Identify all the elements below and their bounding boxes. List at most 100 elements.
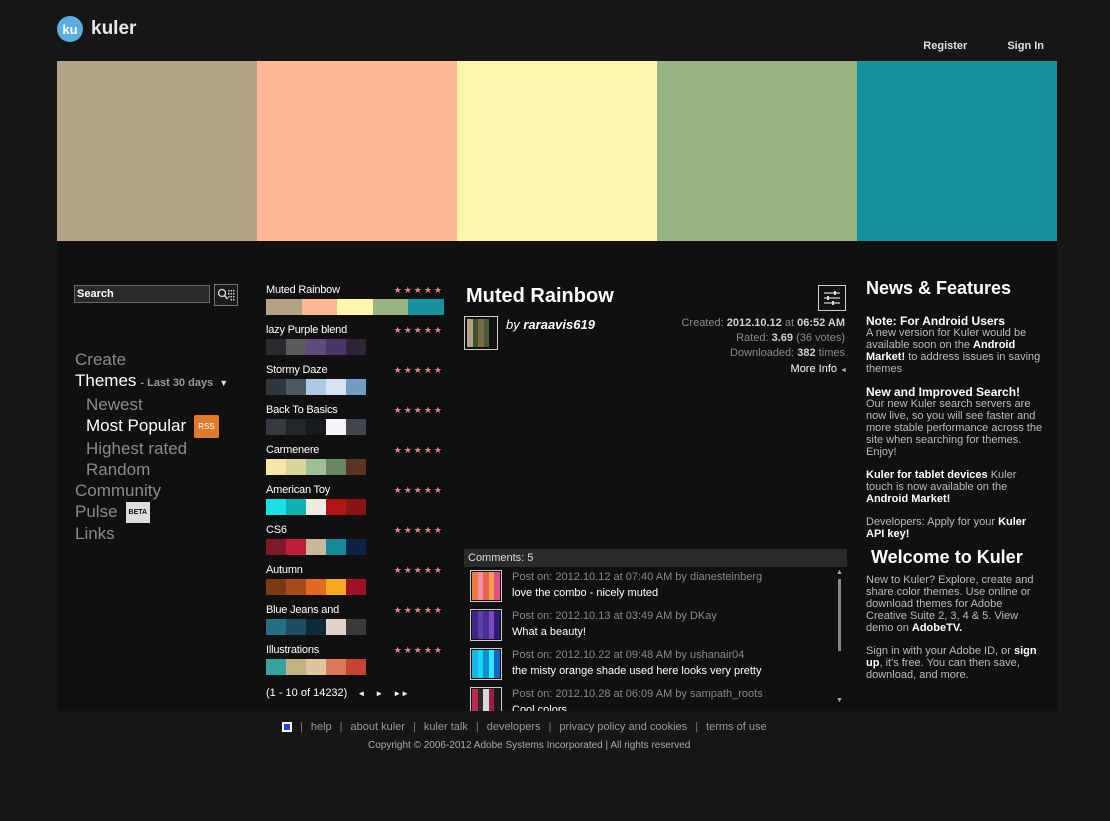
theme-name[interactable]: Stormy Daze bbox=[266, 363, 328, 379]
footer-link-about-kuler[interactable]: about kuler bbox=[351, 721, 405, 733]
nav-themes[interactable]: Themes - Last 30 days ▼ bbox=[75, 370, 228, 394]
kuler-logo[interactable]: ku kuler bbox=[57, 16, 136, 42]
color-swatch bbox=[286, 539, 306, 555]
color-swatch bbox=[301, 299, 338, 315]
theme-swatches[interactable] bbox=[266, 299, 444, 315]
color-swatch bbox=[266, 619, 286, 635]
comment-theme-thumbnail[interactable] bbox=[470, 570, 502, 602]
color-swatch bbox=[306, 619, 326, 635]
theme-item[interactable]: CS6 ★★★★★ bbox=[266, 523, 444, 563]
nav-most-popular[interactable]: Most Popular RSS bbox=[75, 415, 228, 439]
theme-item[interactable]: Illustrations ★★★★★ bbox=[266, 643, 444, 683]
star-rating-icon: ★★★★★ bbox=[393, 645, 444, 655]
color-swatch bbox=[266, 499, 286, 515]
prev-page-icon[interactable]: ◄ bbox=[357, 689, 365, 698]
nav-community[interactable]: Community bbox=[75, 480, 228, 501]
theme-name[interactable]: Blue Jeans and bbox=[266, 603, 339, 619]
tablet-news-title: Kuler for tablet devices bbox=[866, 469, 988, 481]
comments-scrollbar[interactable]: ▲ ▼ bbox=[834, 569, 846, 709]
theme-name[interactable]: Muted Rainbow bbox=[266, 283, 340, 299]
theme-item[interactable]: Muted Rainbow ★★★★★ bbox=[266, 283, 444, 323]
theme-name[interactable]: Illustrations bbox=[266, 643, 319, 659]
theme-name[interactable]: CS6 bbox=[266, 523, 287, 539]
theme-item[interactable]: Back To Basics ★★★★★ bbox=[266, 403, 444, 443]
last-page-icon[interactable]: ►► bbox=[393, 689, 409, 698]
adobetv-link[interactable]: AdobeTV. bbox=[912, 622, 962, 634]
theme-name[interactable]: Autumn bbox=[266, 563, 303, 579]
theme-name[interactable]: Back To Basics bbox=[266, 403, 338, 419]
theme-name[interactable]: lazy Purple blend bbox=[266, 323, 347, 339]
color-swatch bbox=[326, 539, 346, 555]
footer-links: | help | about kuler | kuler talk | developers |… bbox=[282, 721, 767, 733]
nav-create[interactable]: Create bbox=[75, 349, 228, 370]
nav-pulse[interactable]: Pulse BETA bbox=[75, 501, 228, 524]
rss-icon[interactable]: RSS bbox=[194, 415, 219, 439]
rated-label: Rated: bbox=[736, 332, 769, 344]
footer-link-developers[interactable]: developers bbox=[487, 721, 541, 733]
theme-swatches[interactable] bbox=[266, 419, 366, 435]
color-swatch bbox=[286, 339, 306, 355]
welcome-title: Welcome to Kuler bbox=[871, 547, 1023, 567]
theme-item[interactable]: American Toy ★★★★★ bbox=[266, 483, 444, 523]
theme-swatches[interactable] bbox=[266, 579, 366, 595]
search-input[interactable] bbox=[74, 285, 210, 303]
theme-item[interactable]: Stormy Daze ★★★★★ bbox=[266, 363, 444, 403]
footer-separator: | bbox=[695, 721, 699, 733]
nav-links[interactable]: Links bbox=[75, 523, 228, 544]
author-thumbnail[interactable] bbox=[464, 316, 498, 350]
scroll-thumb[interactable] bbox=[838, 579, 841, 651]
color-swatch bbox=[326, 499, 346, 515]
theme-item[interactable]: Carmenere ★★★★★ bbox=[266, 443, 444, 483]
color-swatch bbox=[326, 379, 346, 395]
nav-random[interactable]: Random bbox=[75, 459, 228, 480]
signin-body-1: Sign in with your Adobe ID, or bbox=[866, 645, 1011, 657]
footer-link-help[interactable]: help bbox=[311, 721, 332, 733]
signin-link[interactable]: Sign In bbox=[1007, 40, 1044, 52]
color-swatch bbox=[266, 579, 286, 595]
beta-badge: BETA bbox=[125, 502, 151, 524]
scroll-down-icon[interactable]: ▼ bbox=[836, 697, 843, 704]
author-link[interactable]: raraavis619 bbox=[523, 317, 595, 332]
theme-swatches[interactable] bbox=[266, 379, 366, 395]
nav-pulse-label: Pulse bbox=[75, 502, 118, 522]
theme-settings-button[interactable] bbox=[818, 285, 846, 311]
color-swatch bbox=[326, 579, 346, 595]
adobe-logo-icon[interactable] bbox=[282, 722, 292, 732]
theme-item[interactable]: Blue Jeans and ★★★★★ bbox=[266, 603, 444, 643]
theme-swatches[interactable] bbox=[266, 539, 366, 555]
themes-filter[interactable]: - Last 30 days bbox=[140, 377, 213, 389]
nav-highest-rated[interactable]: Highest rated bbox=[75, 438, 228, 459]
footer-link-privacy-policy-and-cookies[interactable]: privacy policy and cookies bbox=[559, 721, 687, 733]
comment-text: the misty orange shade used here looks v… bbox=[512, 665, 762, 677]
comment-theme-thumbnail[interactable] bbox=[470, 609, 502, 641]
comment-theme-thumbnail[interactable] bbox=[470, 687, 502, 711]
filter-dropdown-icon[interactable]: ▼ bbox=[219, 378, 228, 388]
theme-item[interactable]: Autumn ★★★★★ bbox=[266, 563, 444, 603]
theme-byline: by raraavis619 bbox=[506, 317, 595, 332]
scroll-up-icon[interactable]: ▲ bbox=[836, 569, 843, 576]
footer-link-kuler-talk[interactable]: kuler talk bbox=[424, 721, 468, 733]
comment-theme-thumbnail[interactable] bbox=[470, 648, 502, 680]
search-bar bbox=[74, 284, 238, 306]
star-rating-icon: ★★★★★ bbox=[393, 405, 444, 415]
theme-name[interactable]: American Toy bbox=[266, 483, 330, 499]
nav-newest[interactable]: Newest bbox=[75, 394, 228, 415]
created-at: at bbox=[784, 317, 795, 329]
footer-link-terms-of-use[interactable]: terms of use bbox=[706, 721, 767, 733]
next-page-icon[interactable]: ► bbox=[375, 689, 383, 698]
search-button[interactable] bbox=[214, 284, 238, 306]
comments-list: Post on: 2012.10.12 at 07:40 AM by diane… bbox=[466, 569, 846, 711]
theme-swatches[interactable] bbox=[266, 499, 366, 515]
theme-swatches[interactable] bbox=[266, 619, 366, 635]
more-info-link[interactable]: More Info ◄ bbox=[791, 363, 847, 375]
theme-swatches[interactable] bbox=[266, 659, 366, 675]
hero-swatch bbox=[857, 61, 1057, 241]
theme-swatches[interactable] bbox=[266, 339, 366, 355]
theme-item[interactable]: lazy Purple blend ★★★★★ bbox=[266, 323, 444, 363]
theme-name[interactable]: Carmenere bbox=[266, 443, 319, 459]
tablet-market-link[interactable]: Android Market! bbox=[866, 493, 950, 505]
theme-item-header: Illustrations ★★★★★ bbox=[266, 643, 444, 659]
color-swatch bbox=[266, 339, 286, 355]
register-link[interactable]: Register bbox=[923, 40, 967, 52]
theme-swatches[interactable] bbox=[266, 459, 366, 475]
